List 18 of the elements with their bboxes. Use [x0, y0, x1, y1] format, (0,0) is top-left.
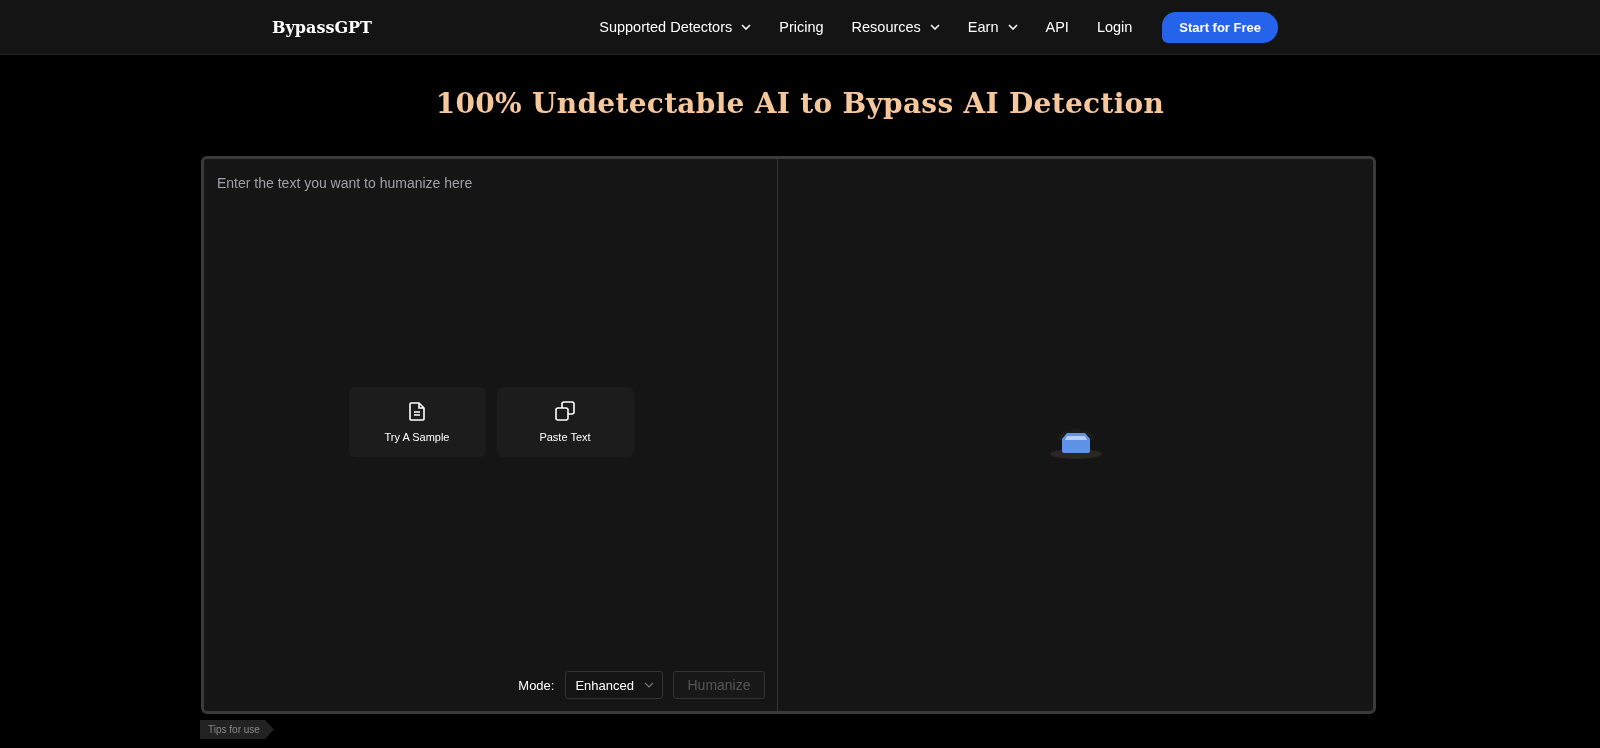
copy-icon [555, 401, 575, 421]
document-icon [409, 401, 425, 421]
try-sample-button[interactable]: Try A Sample [348, 387, 486, 457]
paste-text-button[interactable]: Paste Text [496, 387, 634, 457]
nav-link[interactable]: Supported Detectors [599, 19, 752, 35]
start-free-button[interactable]: Start for Free [1162, 11, 1278, 43]
nav-link[interactable]: Pricing [779, 19, 824, 35]
mode-label: Mode: [518, 677, 555, 693]
nav-link[interactable]: API [1045, 19, 1069, 35]
chevron-down-icon [644, 682, 654, 688]
text-input-field[interactable]: Enter the text you want to humanize here [217, 159, 765, 365]
nav-link[interactable]: Earn [967, 19, 1018, 35]
mode-dropdown[interactable]: Enhanced [565, 671, 663, 699]
nav-link[interactable]: Resources [851, 19, 940, 35]
logo[interactable]: BypassGPT [272, 17, 372, 37]
page-title: 100% Undetectable AI to Bypass AI Detection [434, 87, 1166, 120]
tips-tag[interactable]: Tips for use [200, 720, 274, 739]
nav-link[interactable]: Login [1096, 19, 1133, 35]
